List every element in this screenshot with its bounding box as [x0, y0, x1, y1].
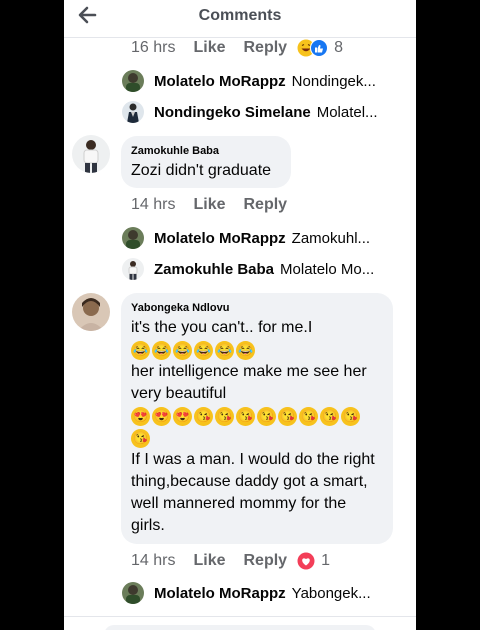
heart-eyes-emoji-icon: 😍	[173, 406, 192, 426]
comment-text: it's the you can't.. for me.I	[131, 319, 313, 336]
emoji-row: 😂 😂 😂 😂 😂 😂	[131, 339, 383, 361]
kiss-emoji-icon: 😘	[236, 406, 255, 426]
reply-preview[interactable]: Zamokuhle Baba Molatelo Mo...	[122, 257, 400, 281]
avatar	[122, 101, 144, 123]
heart-eyes-emoji-icon: 😍	[131, 406, 150, 426]
laughing-emoji-icon: 😂	[131, 340, 150, 360]
comment-text: very beautiful	[131, 385, 227, 402]
laughing-emoji-icon: 😂	[173, 340, 192, 360]
avatar	[122, 227, 144, 249]
timestamp: 14 hrs	[131, 196, 176, 213]
comment-text: girls.	[131, 517, 165, 534]
comment-author[interactable]: Yabongeka Ndlovu	[131, 302, 383, 314]
laughing-emoji-icon: 😂	[236, 340, 255, 360]
timestamp: 16 hrs	[131, 39, 176, 56]
comment-text: If I was a man. I would do the right	[131, 451, 375, 468]
reply-text: Zamokuhl...	[291, 229, 371, 247]
kiss-emoji-icon: 😘	[257, 406, 276, 426]
comment-bubble[interactable]: Zamokuhle Baba Zozi didn't graduate	[121, 136, 291, 188]
avatar[interactable]	[72, 293, 110, 331]
reply-preview[interactable]: Nondingeko Simelane Molatel...	[122, 100, 400, 124]
reply-author[interactable]: Molatelo MoRappz	[154, 585, 286, 602]
reply-text: Yabongek...	[291, 584, 371, 602]
emoji-row: 😘	[131, 427, 383, 449]
reply-author[interactable]: Zamokuhle Baba	[154, 261, 274, 278]
timestamp: 14 hrs	[131, 552, 176, 569]
reaction-summary[interactable]: 1	[297, 552, 330, 570]
comment-text: her intelligence make me see her	[131, 363, 367, 380]
reply-preview[interactable]: Molatelo MoRappz Yabongek...	[122, 581, 400, 605]
avatar	[122, 582, 144, 604]
like-react-icon	[310, 39, 329, 57]
like-button[interactable]: Like	[193, 39, 225, 57]
reply-preview[interactable]: Molatelo MoRappz Nondingek...	[122, 69, 400, 93]
comment-bubble[interactable]: Yabongeka Ndlovu it's the you can't.. fo…	[121, 293, 393, 544]
kiss-emoji-icon: 😘	[299, 406, 318, 426]
comment-input[interactable]	[104, 625, 376, 630]
reply-author[interactable]: Molatelo MoRappz	[154, 73, 286, 90]
heart-eyes-emoji-icon: 😍	[152, 406, 171, 426]
avatar	[122, 258, 144, 280]
reply-author[interactable]: Nondingeko Simelane	[154, 104, 311, 121]
top-bar: Comments	[64, 0, 416, 38]
kiss-emoji-icon: 😘	[131, 428, 150, 448]
reply-button[interactable]: Reply	[243, 552, 287, 570]
comment-composer-bar	[64, 616, 416, 630]
comment-actions: 14 hrs Like Reply 1	[131, 552, 330, 570]
love-react-icon	[297, 552, 315, 570]
comment-actions: 14 hrs Like Reply	[131, 196, 287, 214]
reaction-summary[interactable]: 8	[297, 39, 343, 57]
comment-text: Zozi didn't graduate	[131, 162, 272, 179]
like-button[interactable]: Like	[193, 552, 225, 570]
comment-text: well mannered mommy for the	[131, 495, 347, 512]
reply-text: Molatelo Mo...	[280, 260, 375, 278]
laughing-emoji-icon: 😂	[152, 340, 171, 360]
kiss-emoji-icon: 😘	[278, 406, 297, 426]
reply-author[interactable]: Molatelo MoRappz	[154, 230, 286, 247]
reply-button[interactable]: Reply	[243, 196, 287, 214]
kiss-emoji-icon: 😘	[320, 406, 339, 426]
avatar[interactable]	[72, 135, 110, 173]
comment-author[interactable]: Zamokuhle Baba	[131, 145, 281, 157]
comments-screen: Comments 16 hrs Like Reply 8 Molatelo Mo…	[64, 0, 416, 630]
reply-button[interactable]: Reply	[243, 39, 287, 57]
kiss-emoji-icon: 😘	[341, 406, 360, 426]
comment-text: thing,because daddy got a smart,	[131, 473, 368, 490]
reaction-count: 8	[334, 39, 343, 56]
avatar	[122, 70, 144, 92]
reply-preview[interactable]: Molatelo MoRappz Zamokuhl...	[122, 226, 400, 250]
laughing-emoji-icon: 😂	[215, 340, 234, 360]
comment-actions: 16 hrs Like Reply 8	[131, 39, 343, 57]
reply-text: Nondingek...	[291, 72, 376, 90]
kiss-emoji-icon: 😘	[215, 406, 234, 426]
like-button[interactable]: Like	[193, 196, 225, 214]
reaction-count: 1	[321, 552, 330, 569]
kiss-emoji-icon: 😘	[194, 406, 213, 426]
page-title: Comments	[198, 7, 282, 24]
reply-text: Molatel...	[316, 103, 378, 121]
laughing-emoji-icon: 😂	[194, 340, 213, 360]
emoji-row: 😍 😍 😍 😘 😘 😘 😘 😘 😘 😘 😘	[131, 405, 383, 427]
